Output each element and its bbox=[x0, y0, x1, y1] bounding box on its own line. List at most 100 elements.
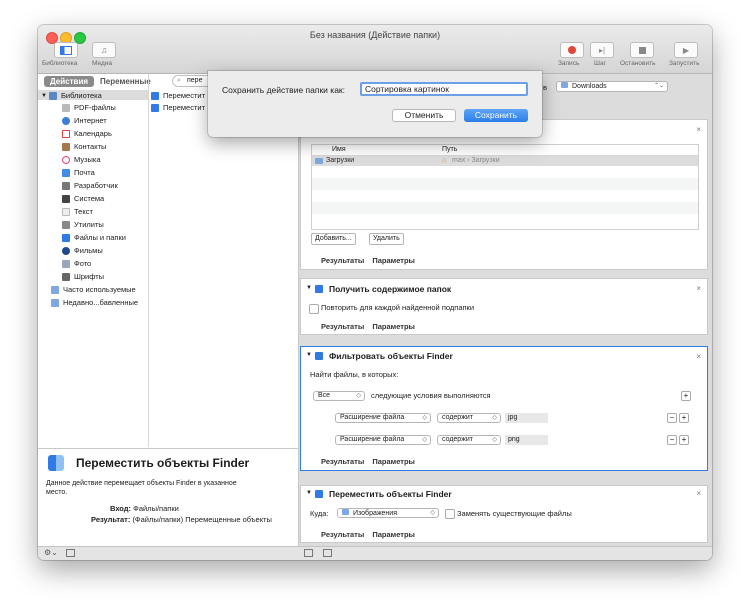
quicktime-icon bbox=[62, 246, 70, 255]
remove-condition-button[interactable]: − bbox=[667, 413, 677, 423]
sidebar-item-calendar[interactable]: Календарь bbox=[62, 129, 112, 138]
column-path-header[interactable]: Путь bbox=[442, 145, 457, 155]
stop-icon bbox=[638, 46, 646, 54]
folder-value: Downloads bbox=[572, 83, 607, 90]
list-view-icon[interactable] bbox=[304, 549, 313, 557]
sidebar-item-movies[interactable]: Фильмы bbox=[62, 246, 103, 255]
rule2-field-popup[interactable]: Расширение файла ◇ bbox=[335, 435, 431, 445]
rule1-field-popup[interactable]: Расширение файла ◇ bbox=[335, 413, 431, 423]
sidebar-item-pdf[interactable]: PDF-файлы bbox=[62, 103, 116, 112]
library-label: Библиотека bbox=[42, 60, 78, 67]
chevron-up-down-icon: ◇ bbox=[422, 437, 427, 443]
rule1-value-field[interactable]: jpg bbox=[505, 413, 548, 423]
tab-parameters[interactable]: Параметры bbox=[372, 322, 415, 331]
tab-parameters[interactable]: Параметры bbox=[372, 457, 415, 466]
gear-icon[interactable]: ⚙⌄ bbox=[44, 548, 58, 557]
action-result-item[interactable]: Переместит bbox=[151, 103, 205, 112]
destination-popup[interactable]: Изображения ◇ bbox=[337, 508, 439, 518]
tab-actions[interactable]: Действия bbox=[44, 76, 95, 87]
music-note-icon: ♫ bbox=[100, 45, 108, 55]
rule2-op-popup[interactable]: содержит ◇ bbox=[437, 435, 501, 445]
sidebar-item-music[interactable]: Музыка bbox=[62, 155, 101, 164]
sidebar-item-files[interactable]: Файлы и папки bbox=[62, 233, 126, 242]
sidebar-item-label: Шрифты bbox=[74, 272, 105, 281]
automator-window: Без названия (Действие папки) Библиотека… bbox=[38, 25, 712, 560]
finder-icon bbox=[151, 103, 159, 112]
sidebar-item-utilities[interactable]: Утилиты bbox=[62, 220, 104, 229]
tab-results[interactable]: Результаты bbox=[321, 530, 364, 539]
library-button[interactable] bbox=[54, 42, 78, 58]
tab-parameters[interactable]: Параметры bbox=[372, 256, 415, 265]
description-pane: Переместить объекты Finder Данное действ… bbox=[38, 448, 298, 547]
stop-button[interactable] bbox=[630, 42, 654, 58]
run-button[interactable]: ▶ bbox=[674, 42, 698, 58]
record-button[interactable] bbox=[560, 42, 584, 58]
sidebar-item-text[interactable]: Текст bbox=[62, 207, 93, 216]
finder-icon bbox=[315, 352, 323, 360]
add-condition-button[interactable]: + bbox=[679, 413, 689, 423]
media-button[interactable]: ♫ bbox=[92, 42, 116, 58]
action-card-get-folder-contents: ▼ Получить содержимое папок × Повторить … bbox=[300, 278, 708, 335]
log-view-icon[interactable] bbox=[323, 549, 332, 557]
add-condition-button[interactable]: + bbox=[679, 435, 689, 445]
action-card-move-finder-items: ▼ Переместить объекты Finder × Куда: Изо… bbox=[300, 485, 708, 543]
input-row: Вход: Файлы/папки bbox=[110, 504, 179, 513]
action-result-item[interactable]: Переместит bbox=[151, 91, 205, 100]
home-icon: ⌂ bbox=[442, 157, 447, 164]
close-icon[interactable]: × bbox=[696, 284, 701, 293]
save-dialog: Сохранить действие папки как: Сортировка… bbox=[208, 71, 542, 137]
column-divider[interactable] bbox=[148, 74, 149, 447]
table-row[interactable]: Загрузки ⌂ max › Загрузки bbox=[312, 156, 698, 166]
rule-field: Расширение файла bbox=[340, 436, 405, 443]
rule1-op-popup[interactable]: содержит ◇ bbox=[437, 413, 501, 423]
sidebar-icon bbox=[60, 45, 72, 55]
close-icon[interactable]: × bbox=[696, 489, 701, 498]
sidebar-item-developer[interactable]: Разработчик bbox=[62, 181, 118, 190]
disclosure-icon[interactable]: ▼ bbox=[306, 285, 312, 291]
sidebar-item-library[interactable]: ▼ Библиотека bbox=[41, 91, 102, 100]
cancel-button[interactable]: Отменить bbox=[392, 109, 456, 122]
tab-results[interactable]: Результаты bbox=[321, 457, 364, 466]
save-button[interactable]: Сохранить bbox=[464, 109, 528, 122]
folder-icon bbox=[561, 82, 568, 88]
column-name-header[interactable]: Имя bbox=[332, 145, 346, 155]
match-all-popup[interactable]: Все ◇ bbox=[313, 391, 365, 401]
sidebar-item-fonts[interactable]: Шрифты bbox=[62, 272, 104, 281]
sidebar-item-recent[interactable]: Недавно...бавленные bbox=[51, 298, 138, 307]
sidebar-item-contacts[interactable]: Контакты bbox=[62, 142, 106, 151]
sidebar-item-frequent[interactable]: Часто используемые bbox=[51, 285, 136, 294]
save-name-field[interactable]: Сортировка картинок bbox=[360, 82, 528, 96]
folder-popup[interactable]: Downloads ⌃⌄ bbox=[556, 81, 668, 92]
remove-condition-button[interactable]: − bbox=[667, 435, 677, 445]
close-icon[interactable]: × bbox=[696, 352, 701, 361]
sidebar-item-label: Почта bbox=[74, 168, 95, 177]
rule2-value-field[interactable]: png bbox=[505, 435, 548, 445]
remove-button[interactable]: Удалить bbox=[369, 233, 404, 245]
add-button[interactable]: Добавить... bbox=[311, 233, 356, 245]
sidebar-item-label: PDF-файлы bbox=[74, 103, 116, 112]
add-condition-button[interactable]: + bbox=[681, 391, 691, 401]
action-card-folders: × Имя Путь Загрузки ⌂ max › Загрузки Доб… bbox=[300, 119, 708, 270]
tab-parameters[interactable]: Параметры bbox=[372, 530, 415, 539]
sidebar-item-system[interactable]: Система bbox=[62, 194, 104, 203]
utilities-icon bbox=[62, 220, 70, 229]
chevron-up-down-icon: ⌃⌄ bbox=[653, 83, 664, 89]
disclosure-icon[interactable]: ▼ bbox=[306, 490, 312, 496]
sidebar-item-photos[interactable]: Фото bbox=[62, 259, 91, 268]
tab-results[interactable]: Результаты bbox=[321, 256, 364, 265]
close-icon[interactable]: × bbox=[696, 125, 701, 134]
chevron-up-down-icon: ◇ bbox=[422, 415, 427, 421]
sidebar-item-internet[interactable]: Интернет bbox=[62, 116, 107, 125]
sidebar-item-mail[interactable]: Почта bbox=[62, 168, 95, 177]
folder-list: Имя Путь Загрузки ⌂ max › Загрузки bbox=[311, 144, 699, 230]
disclosure-icon[interactable]: ▼ bbox=[306, 352, 312, 358]
replace-checkbox[interactable] bbox=[445, 509, 455, 519]
tab-results[interactable]: Результаты bbox=[321, 322, 364, 331]
folder-prefix: в bbox=[543, 83, 547, 92]
rule-operator: содержит bbox=[442, 414, 473, 421]
description-toggle-icon[interactable] bbox=[66, 549, 75, 557]
result-label: Результат: bbox=[91, 515, 131, 524]
step-button[interactable]: ▸| bbox=[590, 42, 614, 58]
repeat-checkbox[interactable] bbox=[309, 304, 319, 314]
input-label: Вход: bbox=[110, 504, 132, 513]
